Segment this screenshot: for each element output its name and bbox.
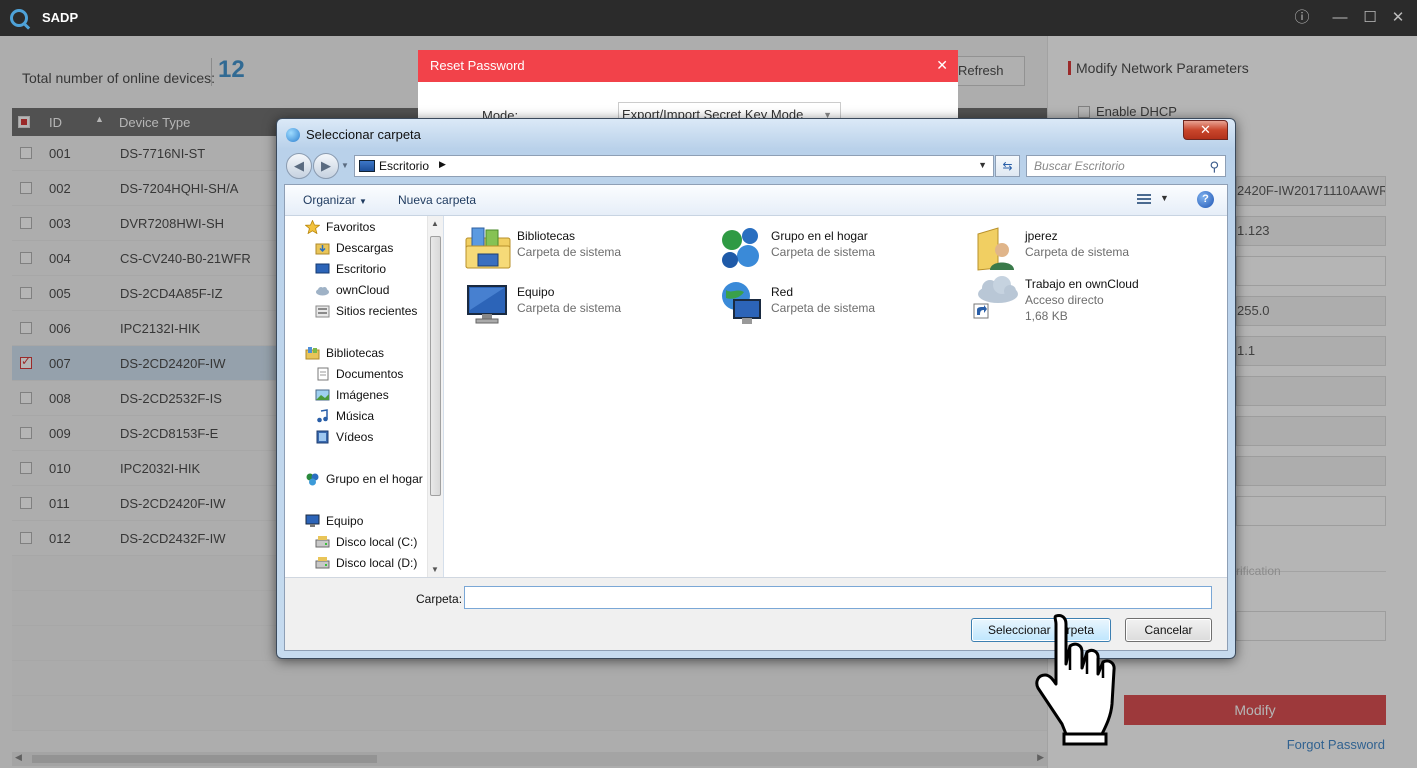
folder-item-type: Carpeta de sistema <box>517 245 622 259</box>
sadp-window: SADP ⓘ — ☐ ✕ Total number of online devi… <box>0 0 1417 768</box>
desktop-icon <box>359 160 375 172</box>
sadp-logo-icon <box>10 9 28 27</box>
select-folder-dialog: Seleccionar carpeta ✕ ◀ ▶ ▼ Escritorio ▶… <box>276 118 1236 659</box>
dialog-icon <box>286 128 300 142</box>
network-icon <box>718 280 766 328</box>
nav-item-label: Escritorio <box>336 262 387 276</box>
music-icon <box>315 409 330 423</box>
drive-icon <box>315 556 330 570</box>
navigation-pane: Favoritos Descargas Escritorio ownCloud Siti… <box>285 216 443 577</box>
command-bar: Organizar ▼ Nueva carpeta ▼ ? <box>285 185 1227 216</box>
nav-item-label: Descargas <box>336 241 394 255</box>
downloads-folder-icon <box>315 241 330 255</box>
view-options-icon[interactable] <box>1135 191 1153 207</box>
cloud-icon <box>315 283 330 297</box>
refresh-icon[interactable]: ⇆ <box>995 155 1020 177</box>
nav-item-label: ownCloud <box>336 283 390 297</box>
folder-label: Carpeta: <box>416 592 463 606</box>
folder-item-type: Carpeta de sistema <box>517 301 622 315</box>
title-bar: SADP ⓘ — ☐ ✕ <box>0 0 1417 36</box>
libraries-icon <box>305 346 320 360</box>
folder-item[interactable]: Bibliotecas Carpeta de sistema <box>464 224 714 276</box>
folder-item-name: jperez <box>1025 229 1058 243</box>
nav-item-label: Música <box>336 409 375 423</box>
chevron-down-icon: ▼ <box>359 197 367 206</box>
nav-item-label: Sitios recientes <box>336 304 418 318</box>
folder-item[interactable]: Equipo Carpeta de sistema <box>464 280 714 332</box>
info-icon[interactable]: ⓘ <box>1292 8 1312 28</box>
folder-item[interactable]: jperez Carpeta de sistema <box>972 224 1222 276</box>
desktop-icon <box>315 262 330 276</box>
homegroup-icon <box>305 472 320 486</box>
back-button[interactable]: ◀ <box>286 153 312 179</box>
close-button[interactable]: ✕ <box>1388 8 1408 28</box>
folder-item-type: Carpeta de sistema <box>771 301 876 315</box>
nav-item-label: Vídeos <box>336 430 374 444</box>
folder-item-type: Acceso directo <box>1025 293 1104 307</box>
computer-icon <box>464 280 512 328</box>
close-icon[interactable]: ✕ <box>936 57 948 74</box>
documents-icon <box>315 367 330 381</box>
search-placeholder: Buscar Escritorio <box>1034 159 1125 173</box>
nav-item-label: Equipo <box>326 514 364 528</box>
minimize-button[interactable]: — <box>1330 8 1350 28</box>
pictures-icon <box>315 388 330 402</box>
search-input[interactable]: Buscar Escritorio ⚲ <box>1026 155 1226 177</box>
history-dropdown-icon[interactable]: ▼ <box>341 161 349 170</box>
nav-item-label: Imágenes <box>336 388 389 402</box>
hand-cursor-icon <box>1035 614 1116 746</box>
address-segment[interactable]: Escritorio <box>379 159 429 173</box>
organize-label: Organizar <box>303 193 356 207</box>
dialog-title: Seleccionar carpeta <box>306 127 421 142</box>
videos-icon <box>315 430 330 444</box>
folder-item[interactable]: Red Carpeta de sistema <box>718 280 968 332</box>
dialog-close-button[interactable]: ✕ <box>1183 120 1228 140</box>
maximize-button[interactable]: ☐ <box>1360 8 1380 28</box>
star-icon <box>304 219 321 235</box>
libraries-icon <box>464 224 512 272</box>
address-bar[interactable]: Escritorio ▶ ▼ <box>354 155 994 177</box>
forward-button[interactable]: ▶ <box>313 153 339 179</box>
scrollbar-thumb[interactable] <box>430 236 441 496</box>
computer-icon <box>305 514 320 528</box>
app-title: SADP <box>42 10 79 25</box>
dialog-body: Organizar ▼ Nueva carpeta ▼ ? Favoritos D… <box>284 184 1228 651</box>
folder-contents: Bibliotecas Carpeta de sistema Grupo en el… <box>444 216 1227 577</box>
user-folder-icon <box>972 224 1020 272</box>
folder-item-name: Bibliotecas <box>517 229 576 243</box>
nav-item-label: Disco local (D:) <box>336 556 418 570</box>
chevron-down-icon[interactable]: ▼ <box>1160 193 1169 203</box>
folder-item[interactable]: Grupo en el hogar Carpeta de sistema <box>718 224 968 276</box>
nav-item-label: Favoritos <box>326 220 376 234</box>
nav-item-label: Grupo en el hogar <box>326 472 423 486</box>
chevron-right-icon[interactable]: ▶ <box>439 159 446 170</box>
cloud-shortcut-icon <box>972 272 1020 320</box>
nav-item-label: Disco local (C:) <box>336 535 418 549</box>
folder-item-name: Grupo en el hogar <box>771 229 868 243</box>
nav-item-label: Bibliotecas <box>326 346 385 360</box>
new-folder-button[interactable]: Nueva carpeta <box>398 193 476 207</box>
recent-places-icon <box>315 304 330 318</box>
nav-item-label: Documentos <box>336 367 404 381</box>
search-icon[interactable]: ⚲ <box>1209 157 1219 177</box>
folder-item-size: 1,68 KB <box>1025 309 1068 323</box>
scroll-up-icon[interactable]: ▲ <box>431 219 439 228</box>
reset-password-title: Reset Password <box>418 50 958 82</box>
organize-menu[interactable]: Organizar ▼ <box>303 193 367 207</box>
scroll-down-icon[interactable]: ▼ <box>431 565 439 574</box>
drive-icon <box>315 535 330 549</box>
folder-item[interactable]: Trabajo en ownCloud Acceso directo 1,68 KB <box>972 272 1222 324</box>
folder-input[interactable] <box>464 586 1212 609</box>
chevron-down-icon[interactable]: ▼ <box>978 160 987 170</box>
folder-item-name: Trabajo en ownCloud <box>1025 277 1139 291</box>
folder-item-name: Equipo <box>517 285 555 299</box>
folder-item-type: Carpeta de sistema <box>1025 245 1130 259</box>
homegroup-icon <box>718 224 766 272</box>
help-icon[interactable]: ? <box>1197 191 1214 208</box>
folder-item-type: Carpeta de sistema <box>771 245 876 259</box>
navigation-scrollbar[interactable]: ▲ ▼ <box>427 216 443 577</box>
folder-item-name: Red <box>771 285 794 299</box>
